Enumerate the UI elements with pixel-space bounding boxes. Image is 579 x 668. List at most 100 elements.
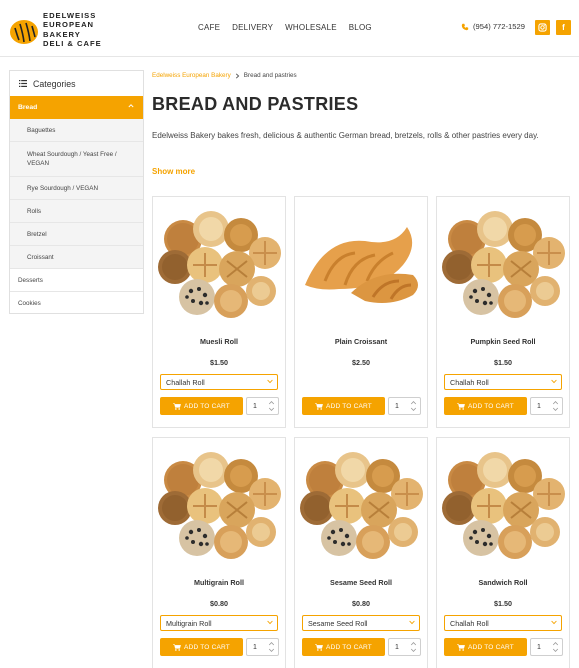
- add-to-cart-button[interactable]: ADD TO CART: [444, 397, 527, 415]
- product-image[interactable]: [437, 438, 569, 570]
- product-price: $0.80: [210, 599, 228, 608]
- add-to-cart-label: ADD TO CART: [326, 643, 372, 651]
- nav-link-delivery[interactable]: DELIVERY: [232, 23, 273, 32]
- instagram-button[interactable]: [535, 20, 550, 35]
- product-name[interactable]: Sesame Seed Roll: [295, 578, 427, 587]
- product-name[interactable]: Sandwich Roll: [437, 578, 569, 587]
- variant-select[interactable]: Sesame Seed Roll: [302, 615, 420, 631]
- bread-logo-icon: [10, 20, 38, 44]
- category-sidebar: Categories Bread Baguettes Wheat Sourdou…: [9, 70, 144, 314]
- nav-link-wholesale[interactable]: WHOLESALE: [285, 23, 337, 32]
- quantity-value: 1: [537, 402, 541, 410]
- category-description: Edelweiss Bakery bakes fresh, delicious …: [152, 131, 539, 140]
- chevron-down-icon: [267, 379, 273, 384]
- cart-icon: [457, 402, 465, 410]
- quantity-stepper[interactable]: 1: [246, 397, 279, 415]
- stepper-arrows-icon[interactable]: [410, 400, 417, 412]
- variant-select-value: Challah Roll: [450, 618, 489, 628]
- logo-line: BAKERY: [43, 29, 81, 39]
- sidebar-subitem-baguettes[interactable]: Baguettes: [10, 119, 143, 142]
- cart-icon: [315, 643, 323, 651]
- product-price: $2.50: [352, 358, 370, 367]
- product-name[interactable]: Pumpkin Seed Roll: [437, 337, 569, 346]
- product-image[interactable]: [295, 197, 427, 329]
- stepper-arrows-icon[interactable]: [552, 400, 559, 412]
- product-price: $1.50: [494, 599, 512, 608]
- product-card[interactable]: Pumpkin Seed Roll $1.50 Challah Roll ADD…: [436, 196, 570, 428]
- variant-select[interactable]: Challah Roll: [160, 374, 278, 390]
- phone-icon: [461, 23, 469, 30]
- add-to-cart-label: ADD TO CART: [184, 402, 230, 410]
- sidebar-item-desserts[interactable]: Desserts: [10, 269, 143, 292]
- sidebar-title: Categories: [33, 78, 76, 89]
- sidebar-subitem-label: Croissant: [27, 253, 54, 261]
- variant-select-value: Sesame Seed Roll: [308, 618, 368, 628]
- sidebar-subitem-label: Baguettes: [27, 126, 56, 134]
- facebook-icon: f: [562, 23, 565, 32]
- quantity-stepper[interactable]: 1: [246, 638, 279, 656]
- rolls-photo: [153, 438, 285, 570]
- phone-link[interactable]: (954) 772-1529: [461, 22, 525, 31]
- stepper-arrows-icon[interactable]: [268, 641, 275, 653]
- add-to-cart-button[interactable]: ADD TO CART: [160, 638, 243, 656]
- add-to-cart-button[interactable]: ADD TO CART: [444, 638, 527, 656]
- variant-select[interactable]: Multigrain Roll: [160, 615, 278, 631]
- nav-link-blog[interactable]: BLOG: [349, 23, 372, 32]
- sidebar-subitem-croissant[interactable]: Croissant: [10, 246, 143, 269]
- chevron-down-icon: [409, 620, 415, 625]
- product-card[interactable]: Sandwich Roll $1.50 Challah Roll ADD TO …: [436, 437, 570, 668]
- stepper-arrows-icon[interactable]: [268, 400, 275, 412]
- product-card[interactable]: Plain Croissant $2.50 ADD TO CART 1: [294, 196, 428, 428]
- show-more-link[interactable]: Show more: [152, 167, 195, 176]
- product-name[interactable]: Plain Croissant: [295, 337, 427, 346]
- product-price: $0.80: [352, 599, 370, 608]
- product-image[interactable]: [437, 197, 569, 329]
- chevron-down-icon: [551, 620, 557, 625]
- product-image[interactable]: [153, 197, 285, 329]
- stepper-arrows-icon[interactable]: [552, 641, 559, 653]
- sidebar-subitem-rolls[interactable]: Rolls: [10, 200, 143, 223]
- product-card[interactable]: Muesli Roll $1.50 Challah Roll ADD TO CA…: [152, 196, 286, 428]
- quantity-stepper[interactable]: 1: [388, 397, 421, 415]
- add-to-cart-label: ADD TO CART: [468, 402, 514, 410]
- phone-number: (954) 772-1529: [473, 22, 525, 31]
- breadcrumb-home-link[interactable]: Edelweiss European Bakery: [152, 72, 231, 79]
- add-to-cart-button[interactable]: ADD TO CART: [302, 397, 385, 415]
- sidebar-item-label: Cookies: [18, 300, 41, 307]
- facebook-button[interactable]: f: [556, 20, 571, 35]
- product-name[interactable]: Multigrain Roll: [153, 578, 285, 587]
- sidebar-subitem-label: Bretzel: [27, 230, 47, 238]
- sidebar-subitem-rye-sourdough[interactable]: Rye Sourdough / VEGAN: [10, 177, 143, 200]
- rolls-photo: [437, 438, 569, 570]
- product-price: $1.50: [494, 358, 512, 367]
- add-to-cart-label: ADD TO CART: [326, 402, 372, 410]
- add-to-cart-button[interactable]: ADD TO CART: [302, 638, 385, 656]
- product-image[interactable]: [153, 438, 285, 570]
- quantity-value: 1: [395, 402, 399, 410]
- add-to-cart-label: ADD TO CART: [468, 643, 514, 651]
- sidebar-item-bread[interactable]: Bread: [10, 96, 143, 119]
- logo-text: EDELWEISS EUROPEAN BAKERY DELI & CAFE: [43, 11, 102, 48]
- quantity-stepper[interactable]: 1: [530, 638, 563, 656]
- sidebar-subitem-wheat-sourdough[interactable]: Wheat Sourdough / Yeast Free / VEGAN: [10, 142, 143, 177]
- product-image[interactable]: [295, 438, 427, 570]
- stepper-arrows-icon[interactable]: [410, 641, 417, 653]
- chevron-down-icon: [551, 379, 557, 384]
- sidebar-subitem-label: Wheat Sourdough / Yeast Free / VEGAN: [27, 151, 117, 167]
- sidebar-subitem-label: Rolls: [27, 207, 41, 215]
- quantity-stepper[interactable]: 1: [388, 638, 421, 656]
- product-card[interactable]: Sesame Seed Roll $0.80 Sesame Seed Roll …: [294, 437, 428, 668]
- add-to-cart-button[interactable]: ADD TO CART: [160, 397, 243, 415]
- logo-line: EDELWEISS: [43, 11, 97, 20]
- sidebar-subitem-bretzel[interactable]: Bretzel: [10, 223, 143, 246]
- variant-select[interactable]: Challah Roll: [444, 374, 562, 390]
- nav-link-cafe[interactable]: CAFE: [198, 23, 220, 32]
- product-name[interactable]: Muesli Roll: [153, 337, 285, 346]
- sidebar-item-cookies[interactable]: Cookies: [10, 292, 143, 315]
- logo[interactable]: EDELWEISS EUROPEAN BAKERY DELI & CAFE: [9, 11, 104, 49]
- variant-select[interactable]: Challah Roll: [444, 615, 562, 631]
- croissant-photo: [295, 197, 427, 329]
- rolls-photo: [153, 197, 285, 329]
- quantity-stepper[interactable]: 1: [530, 397, 563, 415]
- product-card[interactable]: Multigrain Roll $0.80 Multigrain Roll AD…: [152, 437, 286, 668]
